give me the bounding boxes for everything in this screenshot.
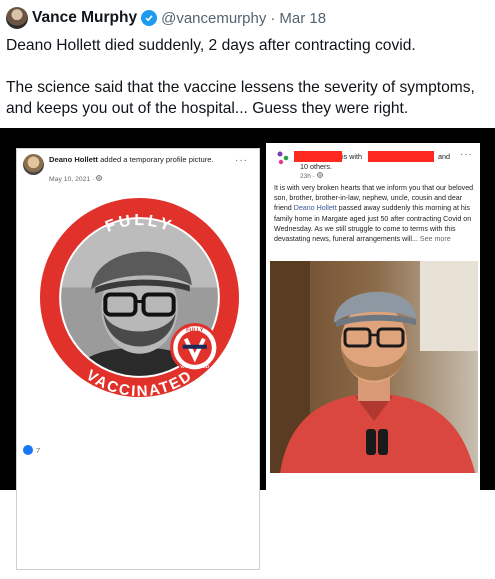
- author-handle[interactable]: @vancemurphy: [161, 10, 266, 27]
- post-action-text: added a temporary profile picture.: [100, 155, 214, 164]
- tweet-text-line: Deano Hollett died suddenly, 2 days afte…: [6, 37, 416, 54]
- and-text: and: [438, 152, 450, 161]
- separator-dot: ·: [270, 9, 276, 27]
- like-reaction-icon: [23, 445, 33, 455]
- post-timestamp: 23h ·: [300, 172, 323, 180]
- profile-picture-frame: FULLY VACCINATED FULLY VACCINATED: [40, 198, 239, 398]
- facebook-post-announcement: is with and 10 others. 23h · ··· It is w…: [266, 143, 480, 579]
- tweet-text: Deano Hollett died suddenly, 2 days afte…: [6, 35, 488, 119]
- tweet-media[interactable]: Deano Hollett added a temporary profile …: [0, 128, 495, 579]
- tweet-text-line: and keeps you out of the hospital... Gue…: [6, 100, 409, 117]
- redacted-name: [294, 151, 342, 162]
- small-vaccinated-badge: FULLY VACCINATED: [170, 323, 220, 373]
- small-badge-top-text: FULLY: [186, 328, 204, 334]
- tweet: Vance Murphy @vancemurphy · Mar 18 Deano…: [0, 0, 495, 128]
- globe-icon: [96, 175, 103, 183]
- reactions-row: 7: [23, 445, 40, 455]
- redacted-name: [368, 151, 434, 162]
- see-more-link: See more: [419, 235, 451, 244]
- facebook-post-profile-picture: Deano Hollett added a temporary profile …: [16, 148, 260, 570]
- others-link: 10 others.: [300, 162, 332, 171]
- post-timestamp: May 10, 2021 ·: [49, 176, 97, 183]
- post-body-text: It is with very broken hearts that we in…: [274, 184, 474, 244]
- person-photo: [270, 261, 478, 473]
- is-with-text: is with: [342, 152, 362, 161]
- more-options-icon: ···: [235, 155, 248, 166]
- small-badge-bottom-text: VACCINATED: [180, 364, 210, 369]
- verified-badge-icon: [141, 10, 158, 26]
- author-name[interactable]: Vance Murphy: [32, 9, 137, 27]
- tagged-person-link: Deano Hollett: [293, 204, 337, 213]
- reaction-count: 7: [36, 445, 41, 455]
- poster-avatar: [23, 154, 44, 175]
- more-options-icon: ···: [460, 149, 473, 160]
- feeling-icon: [276, 150, 290, 171]
- poster-name: Deano Hollett: [49, 155, 98, 164]
- author-avatar[interactable]: [6, 7, 28, 29]
- author-row: Vance Murphy @vancemurphy · Mar 18: [32, 8, 326, 28]
- tweet-date[interactable]: Mar 18: [279, 10, 326, 27]
- tweet-text-line: The science said that the vaccine lessen…: [6, 79, 475, 96]
- globe-icon: [316, 172, 323, 180]
